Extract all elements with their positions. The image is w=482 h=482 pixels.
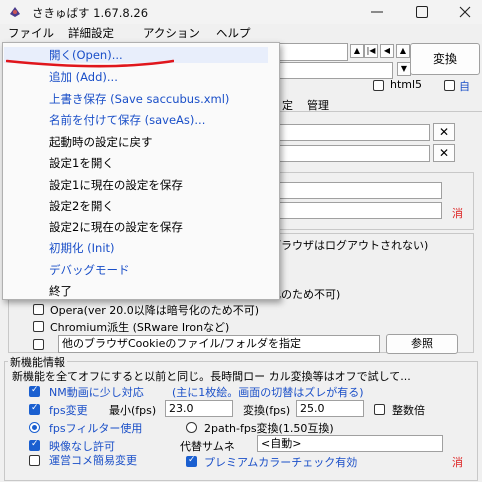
auto-label: 自 xyxy=(459,80,470,93)
minimize-icon[interactable] xyxy=(370,6,384,18)
no-video-checkbox[interactable] xyxy=(29,439,40,451)
thumb-label: 代替サムネ xyxy=(180,440,235,453)
thumb-input[interactable]: <自動> xyxy=(257,435,443,452)
convert-button[interactable]: 変換 xyxy=(410,43,480,75)
menu-save-setting2[interactable]: 設定2に現在の設定を保存 xyxy=(49,219,183,235)
menu-save-as[interactable]: 名前を付けて保存 (saveAs)... xyxy=(49,112,205,128)
dropdown-button[interactable]: ▼ xyxy=(397,62,411,76)
two-path-label: 2path-fps変換(1.50互換) xyxy=(204,422,334,435)
convert-fps-label: 変換(fps) xyxy=(243,404,291,417)
menu-save-setting1[interactable]: 設定1に現在の設定を保存 xyxy=(49,177,183,193)
menu-open-setting2[interactable]: 設定2を開く xyxy=(49,198,114,214)
opera-checkbox[interactable] xyxy=(33,304,44,315)
menu-bar: ファイル 詳細設定 アクション ヘルプ xyxy=(0,24,482,42)
auto-checkbox[interactable] xyxy=(444,80,455,91)
convert-fps-input[interactable]: 25.0 xyxy=(296,400,364,417)
two-path-radio[interactable] xyxy=(186,422,197,433)
folder-input-2[interactable] xyxy=(270,202,442,219)
pass-input[interactable] xyxy=(270,145,430,162)
menu-open-setting1[interactable]: 設定1を開く xyxy=(49,155,114,171)
menu-debug-mode[interactable]: デバッグモード xyxy=(49,262,130,278)
menu-restore-startup[interactable]: 起動時の設定に戻す xyxy=(49,134,153,150)
cipher-note: 化のため不可) xyxy=(270,288,341,301)
integer-label: 整数倍 xyxy=(392,404,425,417)
html5-label: html5 xyxy=(390,78,423,91)
fps-change-label: fps変更 xyxy=(49,404,88,417)
chromium-checkbox[interactable] xyxy=(33,321,44,332)
nm-checkbox[interactable] xyxy=(29,385,40,397)
clear-button-1[interactable]: ✕ xyxy=(433,123,455,141)
browse-button[interactable]: 参照 xyxy=(386,334,458,354)
integer-checkbox[interactable] xyxy=(374,404,385,415)
red-annotation-stroke xyxy=(6,59,174,68)
prev-button[interactable]: ◀ xyxy=(380,44,394,58)
menu-save[interactable]: 上書き保存 (Save saccubus.xml) xyxy=(49,91,229,107)
cookie-path-input[interactable]: 他のブラウザCookieのファイル/フォルダを指定 xyxy=(58,335,380,353)
menu-add[interactable]: 追加 (Add)... xyxy=(49,69,118,85)
tab-divider xyxy=(270,111,482,112)
opera-label: Opera(ver 20.0以降は暗号化のため不可) xyxy=(50,304,260,317)
min-fps-label: 最小(fps) xyxy=(109,404,157,417)
menu-file[interactable]: ファイル xyxy=(6,25,56,41)
menu-init[interactable]: 初期化 (Init) xyxy=(49,240,115,256)
fps-change-checkbox[interactable] xyxy=(29,403,40,415)
app-icon xyxy=(10,7,20,17)
fps-filter-label: fpsフィルター使用 xyxy=(49,422,143,435)
nm-label: NM動画に少し対応 xyxy=(49,386,144,399)
chromium-label: Chromium派生 (SRware Ironなど) xyxy=(50,321,230,334)
new-features-description: 新機能を全てオフにすると以前と同じ。長時間ロー カル変換等はオフで試して... xyxy=(12,370,411,383)
admin-comment-checkbox[interactable] xyxy=(29,455,40,466)
next-button[interactable]: ▲ xyxy=(396,44,410,58)
nm-note: (主に1枚絵。画面の切替はズレが有る) xyxy=(172,386,364,399)
premium-label: プレミアムカラーチェック有効 xyxy=(204,456,358,469)
first-button[interactable]: |◀ xyxy=(364,44,378,58)
menu-action[interactable]: アクション xyxy=(141,25,202,41)
delete-mark-2[interactable]: 消 xyxy=(452,454,463,470)
admin-comment-label: 運営コメ簡易変更 xyxy=(49,454,137,467)
min-fps-input[interactable]: 23.0 xyxy=(165,400,233,417)
menu-help[interactable]: ヘルプ xyxy=(214,25,253,41)
close-icon[interactable] xyxy=(458,5,472,19)
menu-exit[interactable]: 終了 xyxy=(49,283,72,299)
folder-input-1[interactable] xyxy=(270,182,442,199)
browser-note: ブラウザはログアウトされない) xyxy=(270,239,429,252)
premium-checkbox[interactable] xyxy=(186,455,197,467)
arrow-up-button[interactable]: ▲ xyxy=(350,44,364,58)
id-input[interactable] xyxy=(278,62,393,79)
file-menu-dropdown xyxy=(2,42,280,300)
maximize-icon[interactable] xyxy=(415,5,429,19)
window-title: さきゅばす 1.67.8.26 xyxy=(32,6,149,20)
other-browser-checkbox[interactable] xyxy=(33,339,44,350)
fps-filter-radio[interactable] xyxy=(29,422,40,433)
menu-advanced-settings[interactable]: 詳細設定 xyxy=(66,25,116,41)
clear-button-2[interactable]: ✕ xyxy=(433,144,455,162)
url-input[interactable] xyxy=(278,43,348,61)
mail-input[interactable] xyxy=(270,124,430,141)
html5-checkbox[interactable] xyxy=(373,80,384,91)
delete-mark-1[interactable]: 消 xyxy=(452,205,463,221)
